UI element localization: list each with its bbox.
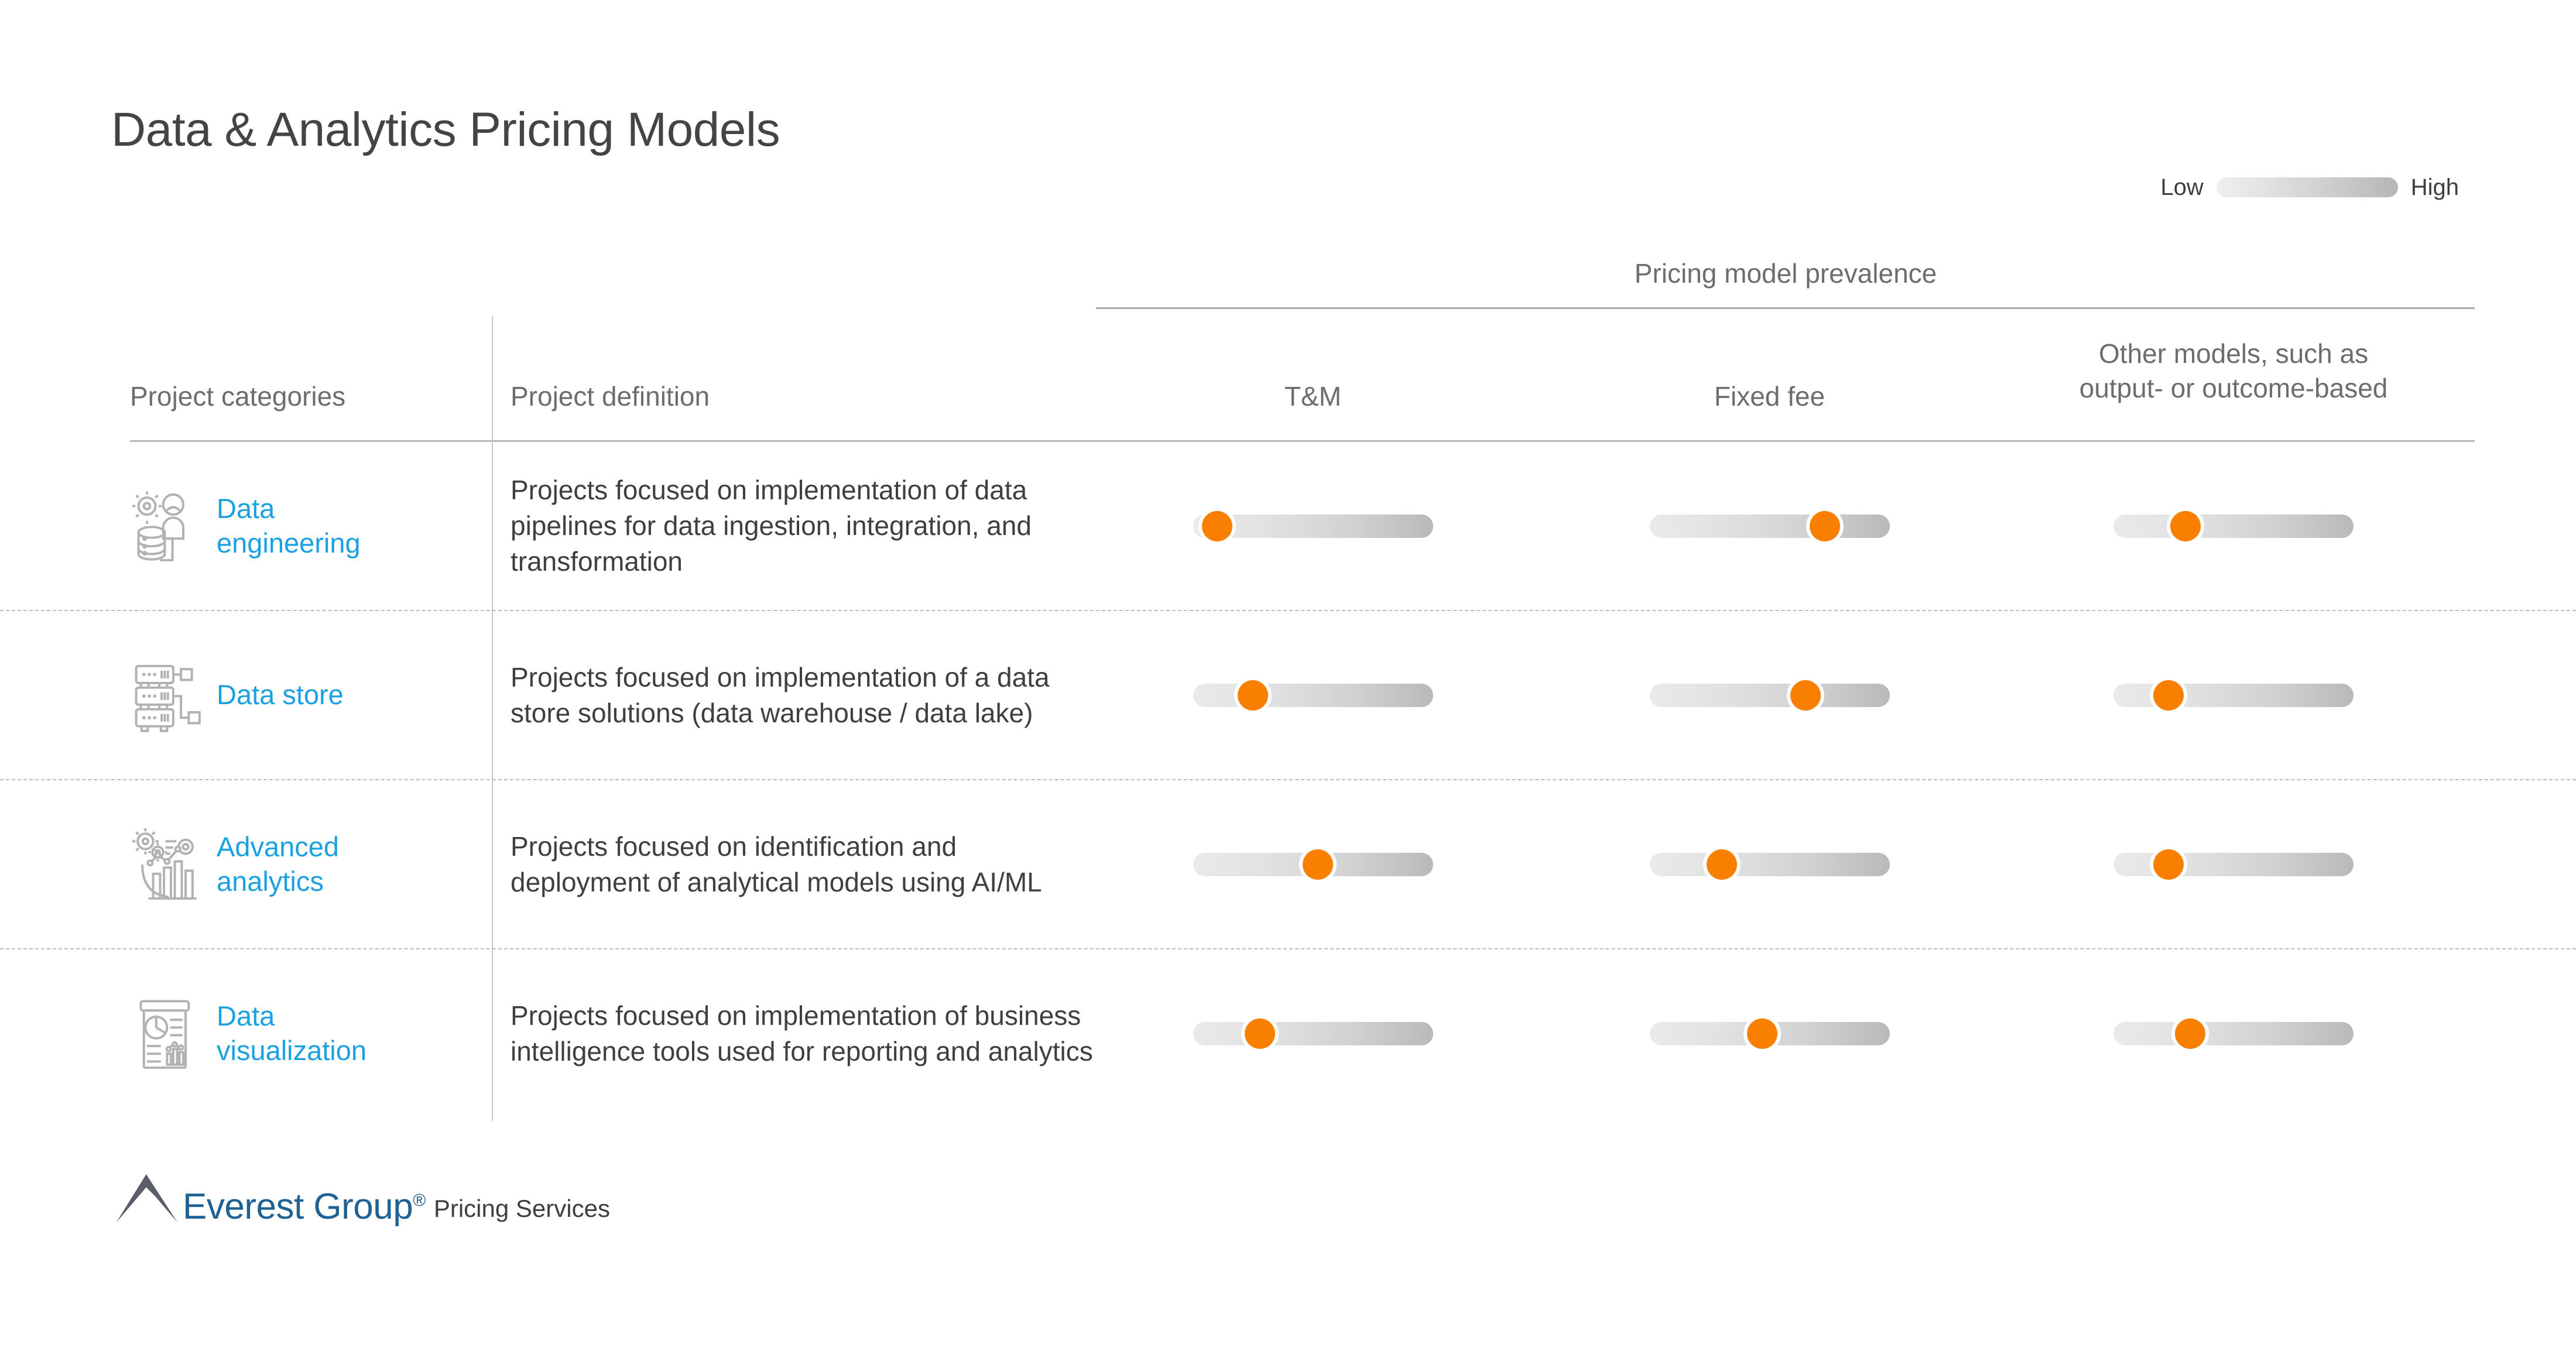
tm-slider[interactable] bbox=[1193, 1018, 1433, 1049]
other-models-prevalence-cell bbox=[1991, 611, 2476, 779]
definition-text: Projects focused on identification and d… bbox=[511, 831, 1042, 897]
category-label-line2: visualization bbox=[217, 1034, 367, 1066]
category-label: Data store bbox=[217, 678, 344, 712]
footer-logo: Everest Group® Pricing Services bbox=[115, 1168, 610, 1225]
category-label-line2: engineering bbox=[217, 527, 361, 558]
slider-track bbox=[2113, 683, 2354, 707]
definition-cell: Projects focused on implementation of da… bbox=[511, 442, 1096, 610]
slider-track bbox=[1649, 514, 1890, 538]
slider-knob[interactable] bbox=[2153, 849, 2184, 880]
column-header-other-models-line2: output- or outcome-based bbox=[2079, 372, 2388, 403]
table-body: Data engineering Projects focused on imp… bbox=[0, 442, 2576, 1117]
slider-track bbox=[1193, 1021, 1433, 1045]
tm-prevalence-cell bbox=[1095, 949, 1531, 1117]
definition-text: Projects focused on implementation of bu… bbox=[511, 1000, 1093, 1066]
slider-knob[interactable] bbox=[2170, 510, 2201, 541]
tm-slider[interactable] bbox=[1193, 680, 1433, 711]
fixed-fee-slider[interactable] bbox=[1649, 510, 1890, 541]
slider-knob[interactable] bbox=[1245, 1018, 1276, 1049]
category-label-line1: Data store bbox=[217, 679, 344, 711]
slide-root: Data & Analytics Pricing Models Low High… bbox=[0, 0, 2576, 1348]
everest-peak-icon bbox=[115, 1168, 180, 1224]
other-models-prevalence-cell bbox=[1991, 949, 2476, 1117]
other-models-slider[interactable] bbox=[2113, 1018, 2354, 1049]
fixed-fee-prevalence-cell bbox=[1551, 611, 1988, 779]
category-cell: Data engineering bbox=[130, 442, 481, 610]
fixed-fee-slider[interactable] bbox=[1649, 1018, 1890, 1049]
data-engineering-icon bbox=[130, 488, 207, 565]
definition-cell: Projects focused on identification and d… bbox=[511, 780, 1096, 948]
slider-track bbox=[2113, 1021, 2354, 1045]
other-models-slider[interactable] bbox=[2113, 510, 2354, 541]
legend-high-label: High bbox=[2410, 174, 2459, 200]
prevalence-group-header: Pricing model prevalence bbox=[1634, 258, 1937, 289]
page-title: Data & Analytics Pricing Models bbox=[111, 103, 780, 156]
column-header-project-definition: Project definition bbox=[511, 381, 710, 411]
table-row: Data engineering Projects focused on imp… bbox=[0, 442, 2576, 611]
slider-knob[interactable] bbox=[2175, 1018, 2206, 1049]
legend-gradient-bar bbox=[2216, 177, 2398, 197]
category-label-line1: Advanced bbox=[217, 831, 340, 863]
data-visualization-icon bbox=[130, 995, 207, 1072]
slider-knob[interactable] bbox=[2153, 680, 2184, 711]
column-header-other-models-line1: Other models, such as bbox=[2098, 338, 2369, 369]
fixed-fee-slider[interactable] bbox=[1649, 849, 1890, 880]
slider-knob[interactable] bbox=[1706, 849, 1737, 880]
other-models-slider[interactable] bbox=[2113, 849, 2354, 880]
brand-name: Everest Group® bbox=[183, 1189, 426, 1225]
registered-mark: ® bbox=[413, 1191, 426, 1210]
slider-knob[interactable] bbox=[1302, 849, 1333, 880]
brand-name-text: Everest Group bbox=[183, 1186, 413, 1227]
slider-track bbox=[2113, 514, 2354, 538]
table-row: Data store Projects focused on implement… bbox=[0, 611, 2576, 780]
category-cell: Data store bbox=[130, 611, 481, 779]
tm-prevalence-cell bbox=[1095, 780, 1531, 948]
slider-knob[interactable] bbox=[1790, 680, 1821, 711]
other-models-prevalence-cell bbox=[1991, 780, 2476, 948]
prevalence-group-rule bbox=[1096, 307, 2475, 309]
category-cell: Advanced analytics bbox=[130, 780, 481, 948]
column-header-tm: T&M bbox=[1284, 381, 1342, 411]
other-models-prevalence-cell bbox=[1991, 442, 2476, 610]
category-label-line2: analytics bbox=[217, 865, 324, 897]
fixed-fee-prevalence-cell bbox=[1551, 442, 1988, 610]
table-row: Advanced analytics Projects focused on i… bbox=[0, 780, 2576, 949]
advanced-analytics-icon bbox=[130, 826, 207, 903]
tm-prevalence-cell bbox=[1095, 611, 1531, 779]
definition-text: Projects focused on implementation of a … bbox=[511, 661, 1050, 728]
brand-tagline: Pricing Services bbox=[433, 1195, 610, 1222]
slider-knob[interactable] bbox=[1238, 680, 1268, 711]
fixed-fee-prevalence-cell bbox=[1551, 949, 1988, 1117]
category-label: Data visualization bbox=[217, 999, 366, 1068]
column-header-fixed-fee: Fixed fee bbox=[1714, 381, 1825, 411]
data-store-icon bbox=[130, 657, 207, 734]
column-header-project-categories: Project categories bbox=[130, 381, 346, 411]
definition-cell: Projects focused on implementation of bu… bbox=[511, 949, 1096, 1117]
prevalence-legend: Low High bbox=[2160, 170, 2459, 205]
tm-slider[interactable] bbox=[1193, 510, 1433, 541]
table-row: Data visualization Projects focused on i… bbox=[0, 949, 2576, 1117]
fixed-fee-slider[interactable] bbox=[1649, 680, 1890, 711]
definition-text: Projects focused on implementation of da… bbox=[511, 475, 1032, 577]
slider-knob[interactable] bbox=[1747, 1018, 1778, 1049]
slider-track bbox=[1649, 683, 1890, 707]
definition-cell: Projects focused on implementation of a … bbox=[511, 611, 1096, 779]
tm-prevalence-cell bbox=[1095, 442, 1531, 610]
slider-track bbox=[1649, 852, 1890, 876]
tm-slider[interactable] bbox=[1193, 849, 1433, 880]
column-header-other-models: Other models, such as output- or outcome… bbox=[1991, 337, 2476, 406]
slider-track bbox=[1193, 683, 1433, 707]
category-label-line1: Data bbox=[217, 493, 275, 524]
category-label-line1: Data bbox=[217, 1000, 275, 1032]
other-models-slider[interactable] bbox=[2113, 680, 2354, 711]
slider-knob[interactable] bbox=[1809, 510, 1840, 541]
slider-knob[interactable] bbox=[1201, 510, 1232, 541]
category-label: Advanced analytics bbox=[217, 830, 339, 898]
slider-track bbox=[2113, 852, 2354, 876]
category-cell: Data visualization bbox=[130, 949, 481, 1117]
fixed-fee-prevalence-cell bbox=[1551, 780, 1988, 948]
legend-low-label: Low bbox=[2160, 174, 2204, 200]
category-label: Data engineering bbox=[217, 492, 361, 560]
